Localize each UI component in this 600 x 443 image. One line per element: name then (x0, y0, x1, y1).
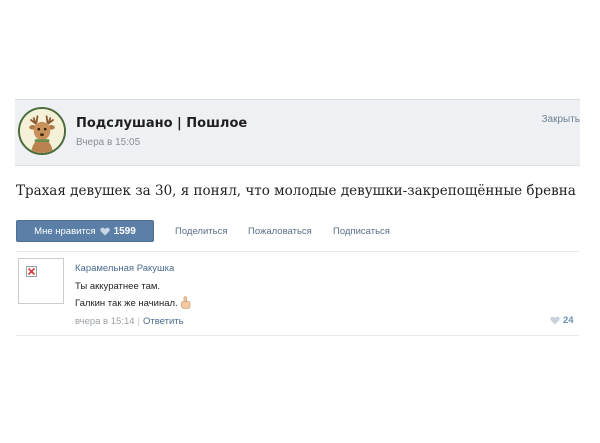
reply-button[interactable]: Ответить (143, 316, 184, 327)
meta-separator: | (137, 316, 140, 327)
broken-image-icon (26, 266, 37, 277)
like-label: Мне нравится (34, 225, 96, 237)
report-link[interactable]: Пожаловаться (248, 226, 312, 237)
like-count: 1599 (113, 225, 136, 237)
pointing-up-emoji-icon (180, 296, 191, 309)
subscribe-link[interactable]: Подписаться (333, 226, 390, 237)
group-name[interactable]: Подслушано | Пошлое (76, 116, 247, 131)
comment-text-line-2-text: Галкин так же начинал. (75, 298, 178, 309)
comment-time[interactable]: вчера в 15:14 (75, 316, 135, 327)
heart-icon (99, 227, 110, 236)
post-time[interactable]: Вчера в 15:05 (76, 137, 140, 148)
like-button[interactable]: Мне нравится 1599 (16, 220, 154, 242)
comment-like-button[interactable]: 24 (550, 315, 574, 326)
share-link[interactable]: Поделиться (175, 226, 227, 237)
comment-text-line-1: Ты аккуратнее там. (75, 281, 161, 292)
comment-avatar[interactable] (18, 258, 64, 304)
post-header: Подслушано | Пошлое Вчера в 15:05 Закрыт… (15, 99, 580, 166)
comment-text-line-2: Галкин так же начинал. (75, 296, 191, 309)
page: Подслушано | Пошлое Вчера в 15:05 Закрыт… (0, 0, 600, 443)
post-text: Трахая девушек за 30, я понял, что молод… (16, 183, 576, 199)
divider (16, 251, 579, 252)
group-avatar[interactable] (18, 107, 66, 155)
comment-author[interactable]: Карамельная Ракушка (75, 263, 174, 274)
deer-avatar-icon (20, 109, 64, 153)
close-button[interactable]: Закрыть (541, 114, 580, 125)
comment-like-count: 24 (563, 315, 574, 326)
comment-meta: вчера в 15:14 | Ответить (75, 316, 184, 327)
divider (16, 335, 579, 336)
heart-icon (550, 316, 560, 325)
